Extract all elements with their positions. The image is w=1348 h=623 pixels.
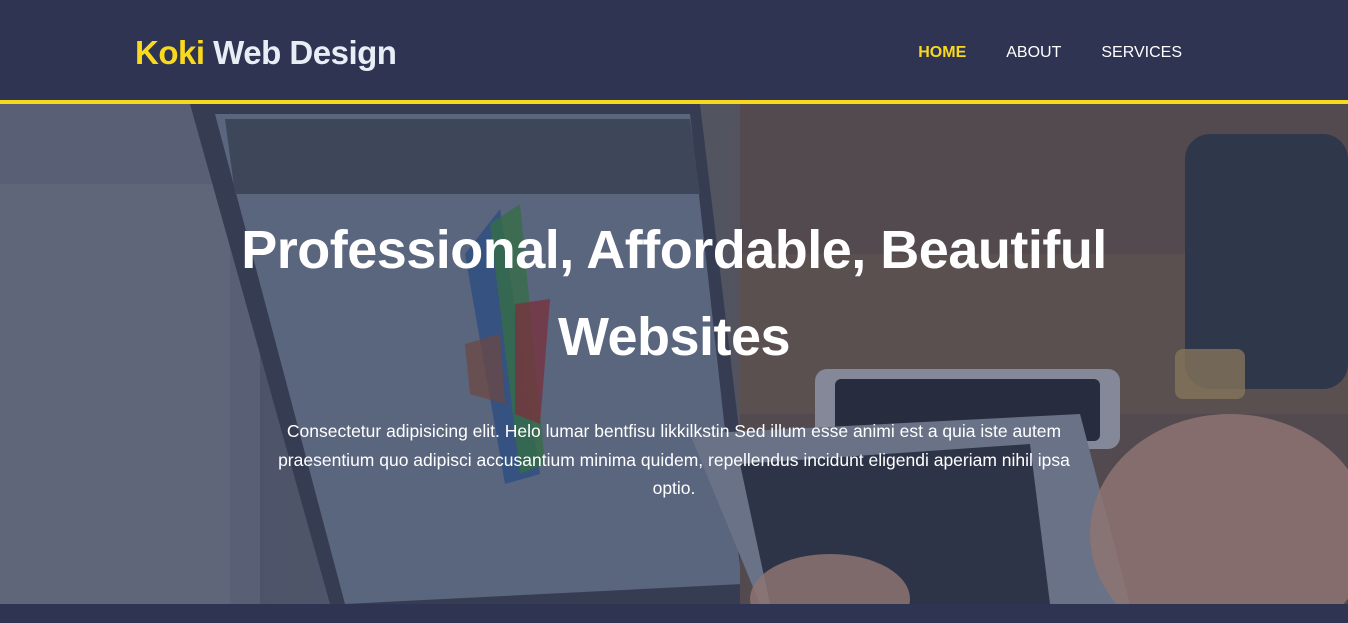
nav-home-link[interactable]: HOME: [918, 43, 966, 63]
nav-services-link[interactable]: SERVICES: [1101, 43, 1182, 63]
hero-description: Consectetur adipisicing elit. Helo lumar…: [278, 421, 1070, 498]
site-logo[interactable]: Koki Web Design: [135, 33, 397, 73]
nav-about-link[interactable]: ABOUT: [1006, 43, 1061, 63]
site-header: Koki Web Design HOME ABOUT SERVICES: [0, 0, 1348, 100]
hero-title: Professional, Affordable, Beautiful Webs…: [241, 220, 1107, 367]
logo-accent-text: Koki: [135, 34, 205, 71]
bottom-section-edge: [0, 604, 1348, 623]
main-nav: HOME ABOUT SERVICES: [918, 43, 1182, 63]
hero-section: Professional, Affordable, Beautiful Webs…: [0, 104, 1348, 604]
logo-rest-text: Web Design: [204, 34, 397, 71]
